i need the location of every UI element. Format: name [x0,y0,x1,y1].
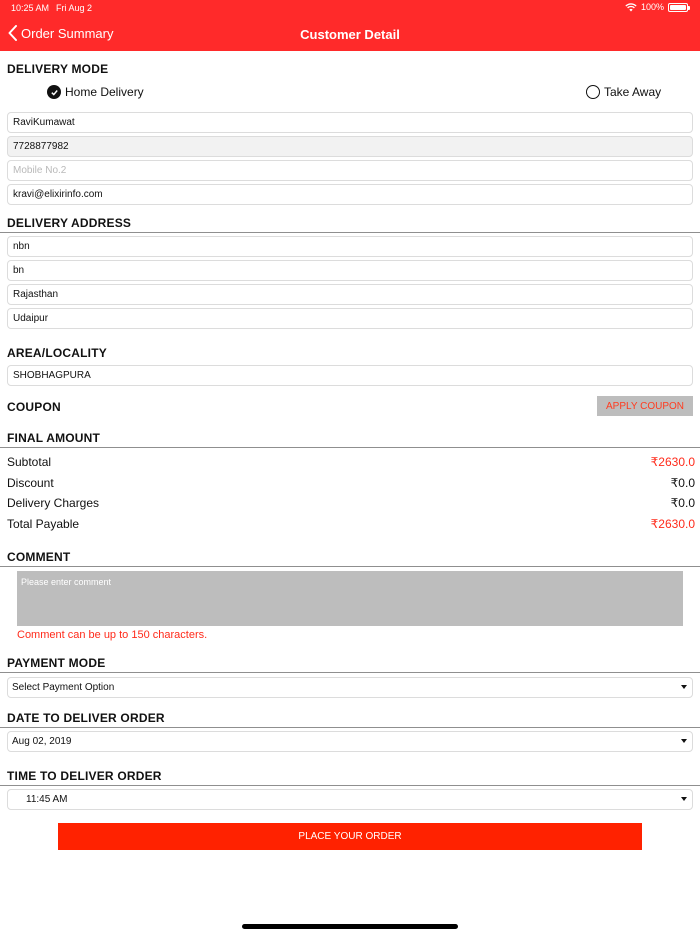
status-date: Fri Aug 2 [56,3,93,13]
subtotal-label: Subtotal [7,455,52,469]
mobile-field[interactable]: 7728877982 [7,136,693,157]
mobile2-placeholder: Mobile No.2 [13,165,67,176]
address-line2-field[interactable]: bn [7,260,693,281]
place-order-button[interactable]: PLACE YOUR ORDER [58,823,642,850]
address-line2-value: bn [13,265,25,276]
total-payable-label: Total Payable [7,517,80,531]
address-line1-value: nbn [13,241,30,252]
comment-textarea[interactable]: Please enter comment [17,571,683,626]
page-title: Customer Detail [300,27,400,42]
final-amount-title: FINAL AMOUNT [7,431,101,445]
apply-coupon-button[interactable]: APPLY COUPON [597,396,693,416]
time-selected: 11:45 AM [26,794,68,805]
divider [0,785,700,786]
total-payable-value: ₹2630.0 [650,517,695,531]
city-field[interactable]: Udaipur [7,308,693,329]
delivery-charges-label: Delivery Charges [7,496,100,510]
date-select[interactable]: Aug 02, 2019 [7,731,693,752]
comment-title: COMMENT [7,550,71,564]
payment-select[interactable]: Select Payment Option [7,677,693,698]
battery-icon [668,2,690,12]
battery-percent: 100% [640,2,664,12]
discount-value: ₹0.0 [670,476,695,490]
dropdown-arrow-icon [681,797,687,801]
name-value: RaviKumawat [13,117,75,128]
mobile2-field[interactable]: Mobile No.2 [7,160,693,181]
city-value: Udaipur [13,313,49,324]
radio-take-away[interactable]: Take Away [586,85,661,99]
email-field[interactable]: kravi@elixirinfo.com [7,184,693,205]
date-selected: Aug 02, 2019 [12,736,72,747]
delivery-address-title: DELIVERY ADDRESS [7,216,132,230]
payment-selected: Select Payment Option [12,682,115,693]
divider [0,727,700,728]
name-field[interactable]: RaviKumawat [7,112,693,133]
mobile-value: 7728877982 [13,141,69,152]
delivery-charges-value: ₹0.0 [670,496,695,510]
dropdown-arrow-icon [681,739,687,743]
radio-home-delivery[interactable]: Home Delivery [47,85,144,99]
address-line1-field[interactable]: nbn [7,236,693,257]
status-time: 10:25 AM [11,3,50,13]
comment-hint: Comment can be up to 150 characters. [17,629,208,641]
checkmark-circle-icon [47,85,61,99]
divider [0,447,700,448]
take-away-label: Take Away [604,85,662,99]
state-value: Rajasthan [13,289,59,300]
subtotal-value: ₹2630.0 [650,455,695,469]
delivery-mode-title: DELIVERY MODE [7,62,109,76]
status-indicators: 100% [625,2,690,12]
home-delivery-label: Home Delivery [65,85,144,99]
divider [0,232,700,233]
coupon-title: COUPON [7,400,61,414]
area-value: SHOBHAGPURA [13,370,91,381]
divider [0,672,700,673]
empty-circle-icon [586,85,600,99]
home-indicator [242,924,458,929]
delivery-time-title: TIME TO DELIVER ORDER [7,769,162,783]
comment-placeholder: Please enter comment [21,577,112,587]
wifi-icon [625,2,637,11]
time-select[interactable]: 11:45 AM [7,789,693,810]
email-value: kravi@elixirinfo.com [13,189,103,200]
discount-label: Discount [7,476,54,490]
area-title: AREA/LOCALITY [7,346,107,360]
payment-mode-title: PAYMENT MODE [7,656,106,670]
app-header: 10:25 AM Fri Aug 2 100% Order Summary Cu… [0,0,700,51]
area-field[interactable]: SHOBHAGPURA [7,365,693,386]
delivery-date-title: DATE TO DELIVER ORDER [7,711,165,725]
divider [0,566,700,567]
dropdown-arrow-icon [681,685,687,689]
state-field[interactable]: Rajasthan [7,284,693,305]
